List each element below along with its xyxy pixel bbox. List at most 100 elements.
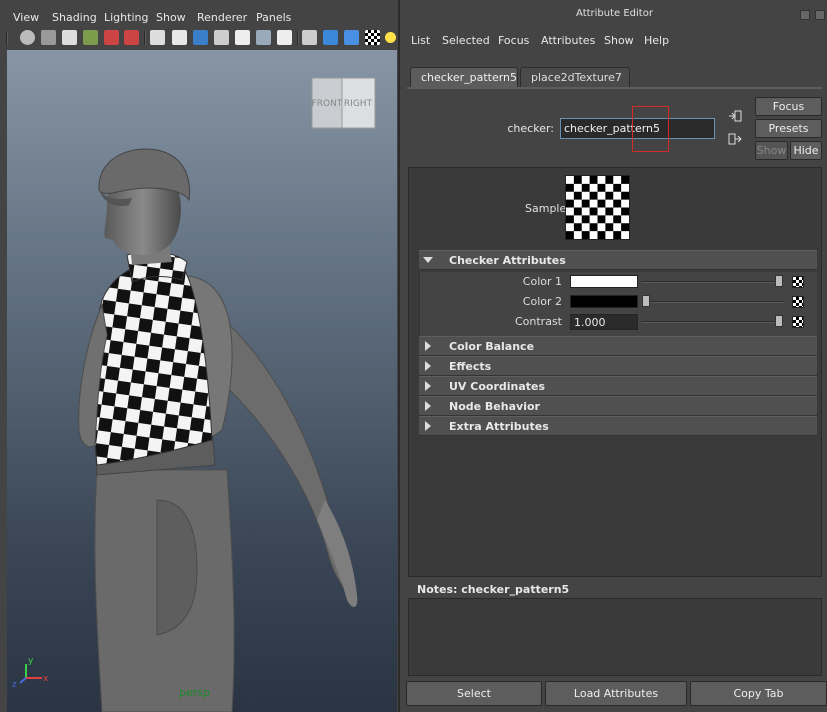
attr-row-color1: Color 1: [420, 272, 818, 292]
attribute-editor-title: Attribute Editor: [576, 8, 653, 19]
field-chart-icon[interactable]: [235, 30, 250, 45]
wireframe-on-shaded-icon[interactable]: [344, 30, 359, 45]
contrast-slider-handle[interactable]: [775, 315, 783, 327]
node-type-label: checker:: [507, 122, 554, 135]
toolbar-separator: [6, 31, 8, 45]
contrast-field[interactable]: 1.000: [570, 314, 638, 330]
sample-swatch: [565, 175, 630, 240]
grease-pencil-icon[interactable]: [124, 30, 139, 45]
camera-label: persp: [179, 686, 210, 699]
gate-mask-icon[interactable]: [214, 30, 229, 45]
menu-show[interactable]: Show: [604, 34, 634, 47]
menu-attributes[interactable]: Attributes: [541, 34, 595, 47]
section-label: UV Coordinates: [449, 380, 546, 393]
wireframe-icon[interactable]: [302, 30, 317, 45]
menu-panels[interactable]: Panels: [256, 11, 291, 24]
viewport-menubar: View Shading Lighting Show Renderer Pane…: [0, 8, 400, 28]
menu-renderer[interactable]: Renderer: [197, 11, 247, 24]
section-extra-attributes[interactable]: Extra Attributes: [419, 416, 817, 436]
bookmarks-icon[interactable]: [62, 30, 77, 45]
collapsed-triangle-icon: [425, 341, 431, 351]
axis-indicator: y x z: [12, 654, 52, 690]
section-label: Effects: [449, 360, 492, 373]
viewport-toolbar: [4, 29, 400, 49]
notes-label: Notes: checker_pattern5: [417, 583, 569, 596]
attribute-editor: Attribute Editor List Selected Focus Att…: [402, 0, 827, 712]
select-button[interactable]: Select: [406, 681, 542, 706]
presets-button[interactable]: Presets: [755, 119, 822, 138]
lights-icon[interactable]: [385, 32, 396, 43]
attr-label: Color 1: [522, 275, 562, 288]
section-checker-attributes[interactable]: Checker Attributes: [419, 250, 817, 270]
section-color-balance[interactable]: Color Balance: [419, 336, 817, 356]
output-connection-icon[interactable]: [728, 133, 742, 145]
collapsed-triangle-icon: [425, 401, 431, 411]
menu-show[interactable]: Show: [156, 11, 186, 24]
axis-x-label: x: [43, 674, 49, 684]
two-d-pan-zoom-icon[interactable]: [104, 30, 119, 45]
color1-map-button[interactable]: [792, 276, 804, 288]
section-effects[interactable]: Effects: [419, 356, 817, 376]
attr-label: Contrast: [514, 315, 562, 328]
tab-content-border: [407, 87, 822, 89]
copy-tab-button[interactable]: Copy Tab: [690, 681, 827, 706]
expanded-triangle-icon: [423, 257, 433, 263]
grid-icon[interactable]: [150, 30, 165, 45]
input-connection-icon[interactable]: [728, 110, 742, 122]
attr-label: Color 2: [522, 295, 562, 308]
notes-prefix: Notes:: [417, 583, 458, 596]
attribute-scroll-area[interactable]: Sample Checker Attributes Color 1 Color …: [408, 167, 822, 577]
section-node-behavior[interactable]: Node Behavior: [419, 396, 817, 416]
notes-textarea[interactable]: [408, 598, 822, 676]
section-uv-coordinates[interactable]: UV Coordinates: [419, 376, 817, 396]
close-window-icon[interactable]: [815, 10, 825, 20]
show-button[interactable]: Show: [755, 141, 788, 160]
color2-slider[interactable]: [642, 301, 784, 303]
collapsed-triangle-icon: [425, 381, 431, 391]
color1-swatch[interactable]: [570, 275, 638, 288]
color2-map-button[interactable]: [792, 296, 804, 308]
film-gate-icon[interactable]: [172, 30, 187, 45]
menu-selected[interactable]: Selected: [442, 34, 490, 47]
toolbar-separator: [297, 31, 299, 45]
menu-lighting[interactable]: Lighting: [104, 11, 148, 24]
menu-help[interactable]: Help: [644, 34, 669, 47]
menu-shading[interactable]: Shading: [52, 11, 97, 24]
image-plane-icon[interactable]: [83, 30, 98, 45]
menu-view[interactable]: View: [13, 11, 39, 24]
attr-row-color2: Color 2: [420, 292, 818, 312]
color2-swatch[interactable]: [570, 295, 638, 308]
float-window-icon[interactable]: [799, 10, 810, 20]
camera-attributes-icon[interactable]: [41, 30, 56, 45]
view-cube[interactable]: FRONT RIGHT: [311, 77, 377, 129]
section-label: Node Behavior: [449, 400, 540, 413]
collapsed-triangle-icon: [425, 361, 431, 371]
hide-button[interactable]: Hide: [790, 141, 822, 160]
attr-row-contrast: Contrast 1.000: [420, 312, 818, 332]
notes-node-name: checker_pattern5: [461, 583, 570, 596]
tab-place2d-texture[interactable]: place2dTexture7: [520, 67, 630, 88]
menu-list[interactable]: List: [411, 34, 430, 47]
character-model: [78, 148, 358, 712]
smooth-shade-icon[interactable]: [323, 30, 338, 45]
safe-title-icon[interactable]: [277, 30, 292, 45]
view-cube-front-label: FRONT: [312, 99, 343, 109]
tab-checker-pattern[interactable]: checker_pattern5: [410, 67, 518, 88]
safe-action-icon[interactable]: [256, 30, 271, 45]
viewport-panel: View Shading Lighting Show Renderer Pane…: [0, 0, 400, 712]
textured-icon[interactable]: [365, 30, 380, 45]
toolbar-separator: [144, 31, 146, 45]
focus-button[interactable]: Focus: [755, 97, 822, 116]
contrast-map-button[interactable]: [792, 316, 804, 328]
select-camera-icon[interactable]: [20, 30, 35, 45]
section-label: Checker Attributes: [449, 254, 566, 267]
menu-focus[interactable]: Focus: [498, 34, 529, 47]
resolution-gate-icon[interactable]: [193, 30, 208, 45]
color1-slider[interactable]: [642, 281, 784, 283]
load-attributes-button[interactable]: Load Attributes: [545, 681, 687, 706]
contrast-slider[interactable]: [642, 321, 784, 323]
3d-viewport[interactable]: FRONT RIGHT y x z persp: [7, 50, 397, 712]
color1-slider-handle[interactable]: [775, 275, 783, 287]
color2-slider-handle[interactable]: [642, 295, 650, 307]
checker-attributes-body: Color 1 Color 2 Contrast 1.000: [419, 272, 817, 336]
